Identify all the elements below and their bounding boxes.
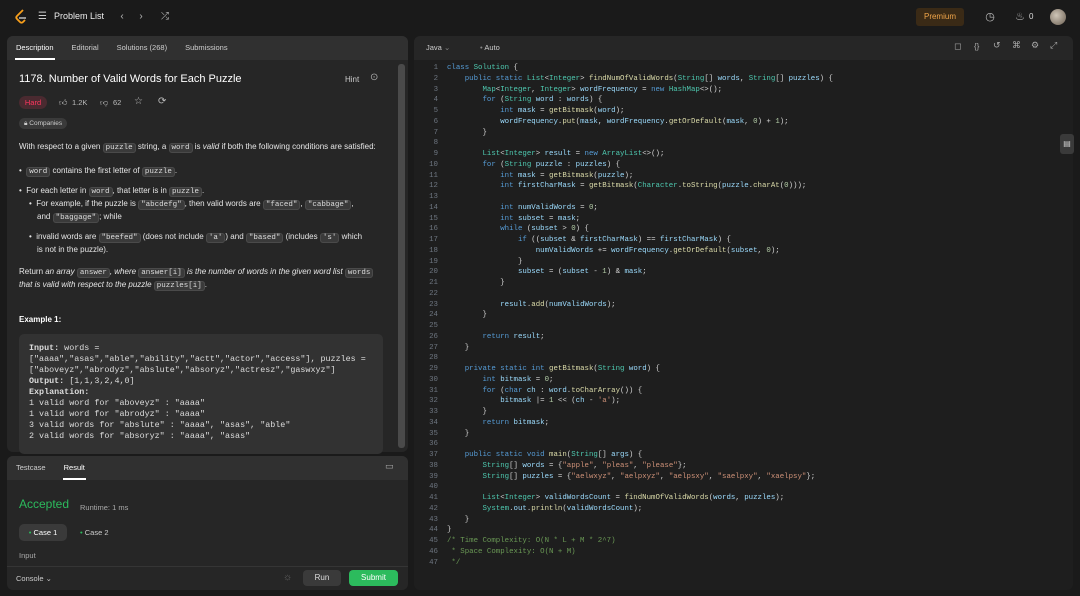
share-icon[interactable]: ⟳ (158, 96, 166, 107)
settings-gear-icon[interactable]: ⚙ (1031, 40, 1039, 51)
tab-testcase[interactable]: Testcase (7, 456, 55, 480)
next-problem-button[interactable]: › (133, 9, 149, 25)
leetcode-logo-icon[interactable] (14, 9, 28, 25)
settings-circle-icon[interactable]: ⊙ (370, 72, 378, 83)
auto-mode-toggle[interactable]: • Auto (480, 42, 500, 53)
companies-label: Companies (29, 120, 63, 127)
condition-2: • For each letter in word, that letter i… (19, 186, 205, 197)
problem-list-icon[interactable]: ☰ (38, 12, 48, 22)
streak-count: 0 (1029, 12, 1034, 21)
condition-1: • word contains the first letter of puzz… (19, 166, 178, 177)
sub-bullet-example: • For example, if the puzzle is "abcdefg… (29, 199, 354, 210)
like-icon[interactable]: 👍︎ (59, 97, 67, 108)
example-block: Input: words = ["aaaa","asas","able","ab… (19, 334, 383, 454)
testcase-tabs: Testcase Result (7, 456, 408, 480)
example-title: Example 1: (19, 315, 62, 324)
console-button[interactable]: Console ⌄ (16, 573, 52, 584)
tab-description[interactable]: Description (7, 36, 63, 60)
testcase-panel: Testcase Result (7, 456, 408, 590)
run-button[interactable]: Run (303, 570, 341, 586)
maximize-icon[interactable]: ▭ (385, 461, 394, 472)
tab-submissions[interactable]: Submissions (176, 36, 237, 60)
line-numbers: 1 2 3 4 5 6 7 8 9 10 11 12 13 14 15 16 1… (429, 64, 438, 567)
premium-button[interactable]: Premium (916, 8, 964, 26)
runtime-text: Runtime: 1 ms (80, 503, 129, 512)
tab-result[interactable]: Result (55, 456, 94, 480)
problem-title[interactable]: 1178. Number of Valid Words for Each Puz… (19, 72, 242, 86)
tab-solutions[interactable]: Solutions (268) (108, 36, 176, 60)
bookmark-icon[interactable]: ◻ (954, 41, 961, 52)
dislike-count: 62 (113, 98, 122, 107)
hint-button[interactable]: Hint (345, 74, 359, 85)
timer-icon[interactable]: ◷ (983, 10, 997, 24)
companies-tag[interactable]: 🔒︎ Companies (19, 118, 68, 129)
divider (7, 566, 408, 567)
braces-icon[interactable]: {} (974, 41, 979, 52)
chevron-down-icon: ⌄ (45, 574, 52, 583)
prev-problem-button[interactable]: ‹ (114, 9, 130, 25)
shortcut-icon[interactable]: ⌘ (1012, 40, 1021, 51)
debug-icon[interactable]: ☼ (283, 572, 292, 583)
fullscreen-icon[interactable]: ⤢ (1050, 40, 1057, 51)
language-selector[interactable]: Java ⌄ (426, 42, 450, 53)
input-label: Input (19, 551, 36, 560)
tab-editorial[interactable]: Editorial (63, 36, 108, 60)
sub-bullet-invalid-cont: is not in the puzzle). (37, 245, 109, 254)
description-tabs: Description Editorial Solutions (268) Su… (7, 36, 408, 60)
notes-side-icon[interactable]: ▤ (1060, 134, 1074, 154)
difficulty-badge: Hard (19, 96, 47, 109)
problem-list-link[interactable]: Problem List (54, 11, 104, 21)
like-count: 1.2K (72, 98, 88, 107)
avatar[interactable] (1050, 9, 1066, 25)
sub-bullet-example-cont: and "baggage"; while (37, 212, 122, 223)
reset-icon[interactable]: ↺ (993, 40, 1001, 51)
submit-button[interactable]: Submit (349, 570, 398, 586)
result-status: Accepted (19, 497, 70, 511)
language-label: Java (426, 43, 442, 52)
star-icon[interactable]: ☆ (134, 96, 143, 107)
shuffle-icon[interactable]: ⤮ (157, 9, 173, 25)
streak-fire-icon[interactable]: ♨ (1013, 10, 1027, 24)
description-paragraph: With respect to a given puzzle string, a… (19, 142, 376, 153)
dislike-icon[interactable]: 👎︎ (100, 97, 108, 108)
top-bar: ☰ Problem List ‹ › ⤮ Premium ◷ ♨ 0 (0, 0, 1080, 34)
return-paragraph-cont: that is valid with respect to the puzzle… (19, 280, 207, 291)
code-content[interactable]: class Solution { public static List<Inte… (447, 63, 833, 568)
case-1-button[interactable]: • Case 1 (19, 524, 67, 541)
return-paragraph: Return an array answer, where answer[i] … (19, 266, 379, 279)
description-scrollbar[interactable] (398, 64, 405, 448)
case-2-button[interactable]: • Case 2 (80, 524, 109, 541)
sub-bullet-invalid: • invalid words are "beefed" (does not i… (29, 232, 363, 243)
